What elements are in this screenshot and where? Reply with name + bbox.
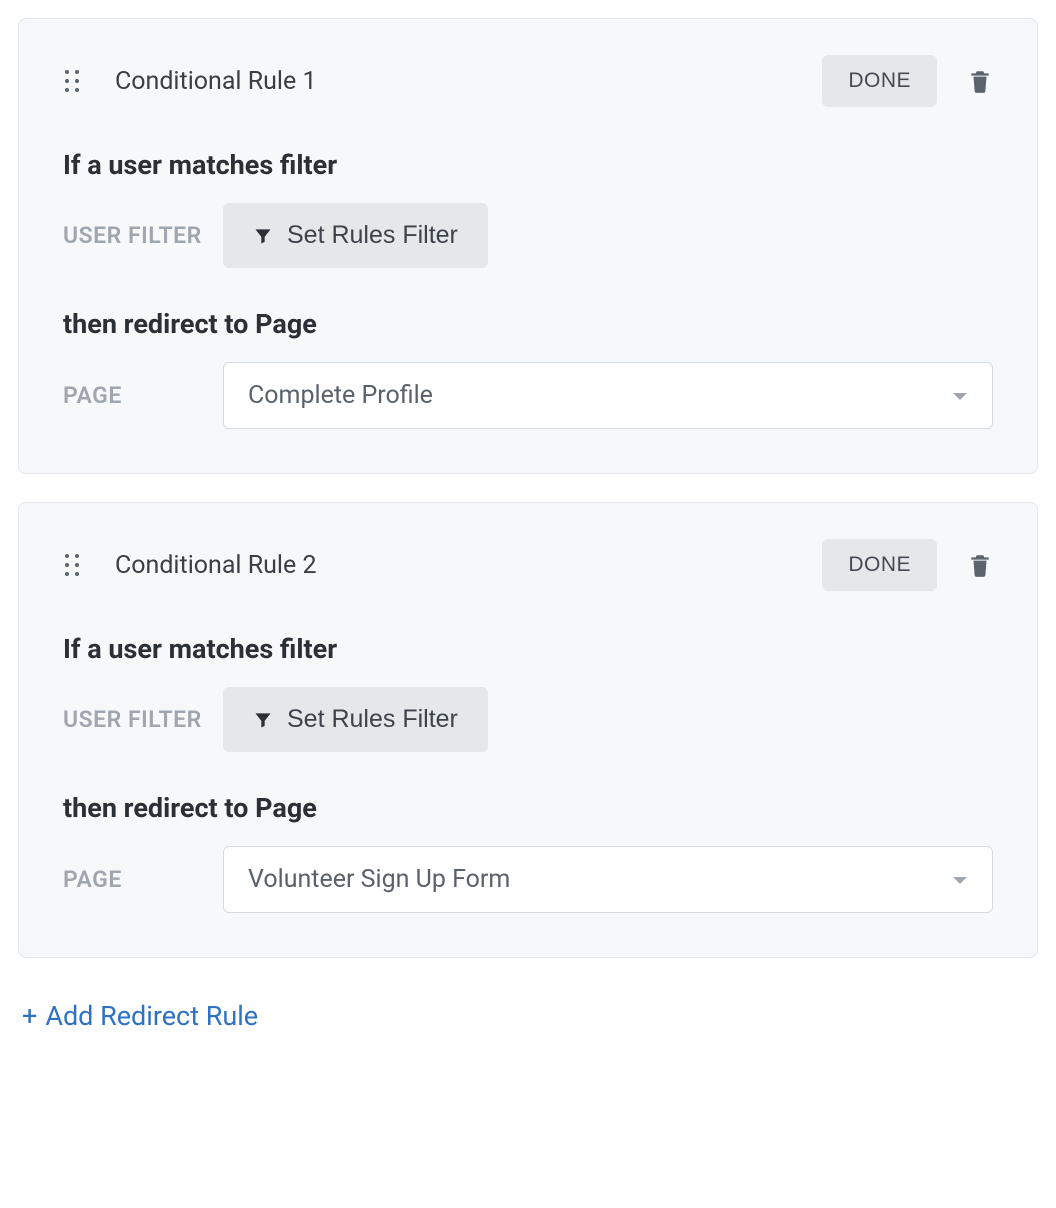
page-select-value: Volunteer Sign Up Form [248, 865, 510, 894]
chevron-down-icon [952, 865, 968, 894]
set-rules-filter-button[interactable]: Set Rules Filter [223, 687, 488, 752]
trash-icon [967, 66, 993, 96]
chevron-down-icon [952, 381, 968, 410]
done-button[interactable]: DONE [822, 539, 937, 591]
redirect-heading: then redirect to Page [63, 308, 993, 340]
page-row: PAGE Complete Profile [63, 362, 993, 429]
filter-heading: If a user matches filter [63, 149, 993, 181]
filter-heading: If a user matches filter [63, 633, 993, 665]
page-select[interactable]: Volunteer Sign Up Form [223, 846, 993, 913]
drag-handle-icon[interactable] [63, 68, 81, 94]
user-filter-label: USER FILTER [63, 220, 223, 251]
rule-header: Conditional Rule 1 DONE [63, 55, 993, 107]
delete-button[interactable] [967, 550, 993, 580]
conditional-rule-card: Conditional Rule 1 DONE If a user matche… [18, 18, 1038, 474]
conditional-rule-card: Conditional Rule 2 DONE If a user matche… [18, 502, 1038, 958]
delete-button[interactable] [967, 66, 993, 96]
page-label: PAGE [63, 380, 223, 411]
filter-icon [253, 710, 273, 730]
page-select[interactable]: Complete Profile [223, 362, 993, 429]
page-select-value: Complete Profile [248, 381, 433, 410]
filter-icon [253, 226, 273, 246]
set-rules-filter-button[interactable]: Set Rules Filter [223, 203, 488, 268]
add-redirect-rule-link[interactable]: + Add Redirect Rule [22, 1000, 258, 1032]
rule-title: Conditional Rule 1 [115, 67, 822, 96]
redirect-heading: then redirect to Page [63, 792, 993, 824]
set-rules-filter-label: Set Rules Filter [287, 705, 458, 734]
page-row: PAGE Volunteer Sign Up Form [63, 846, 993, 913]
user-filter-row: USER FILTER Set Rules Filter [63, 203, 993, 268]
set-rules-filter-label: Set Rules Filter [287, 221, 458, 250]
done-button[interactable]: DONE [822, 55, 937, 107]
rule-title: Conditional Rule 2 [115, 551, 822, 580]
user-filter-row: USER FILTER Set Rules Filter [63, 687, 993, 752]
plus-icon: + [22, 1000, 37, 1032]
add-redirect-rule-label: Add Redirect Rule [45, 1000, 258, 1032]
trash-icon [967, 550, 993, 580]
page-label: PAGE [63, 864, 223, 895]
user-filter-label: USER FILTER [63, 704, 223, 735]
drag-handle-icon[interactable] [63, 552, 81, 578]
rule-header: Conditional Rule 2 DONE [63, 539, 993, 591]
